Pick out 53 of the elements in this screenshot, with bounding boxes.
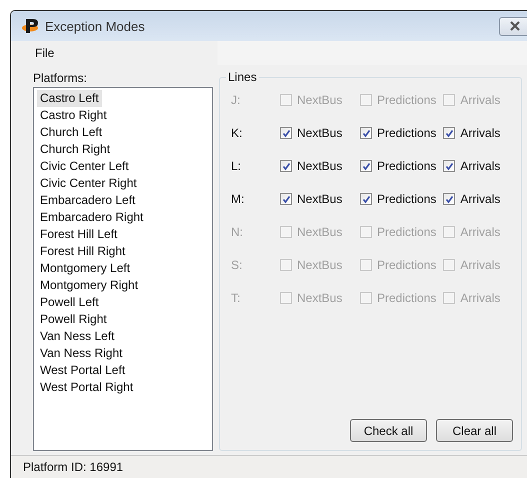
platform-item[interactable]: Civic Center Left bbox=[37, 158, 132, 175]
menu-item[interactable]: File bbox=[35, 46, 54, 60]
platform-item[interactable]: Civic Center Right bbox=[37, 175, 140, 192]
platform-item[interactable]: Church Left bbox=[37, 124, 106, 141]
line-label: M: bbox=[231, 192, 246, 206]
platform-item[interactable]: Forest Hill Left bbox=[37, 226, 120, 243]
line-label: S: bbox=[231, 258, 244, 272]
platform-item[interactable]: Van Ness Right bbox=[37, 345, 126, 362]
action-button[interactable]: Check all bbox=[350, 419, 427, 442]
option-checkbox[interactable]: NextBus bbox=[280, 159, 353, 173]
platform-item[interactable]: Church Right bbox=[37, 141, 114, 158]
option-checkbox[interactable]: Arrivals bbox=[443, 126, 500, 140]
platform-item[interactable]: Castro Right bbox=[37, 107, 110, 124]
checkbox[interactable] bbox=[443, 127, 456, 139]
platform-item[interactable]: West Portal Left bbox=[37, 362, 128, 379]
checkbox[interactable] bbox=[280, 160, 292, 172]
checkbox[interactable] bbox=[360, 193, 372, 205]
line-label: L: bbox=[231, 159, 242, 173]
close-icon bbox=[509, 21, 521, 31]
checkbox[interactable] bbox=[443, 160, 456, 172]
platform-item[interactable]: Montgomery Left bbox=[37, 260, 134, 277]
line-label: T: bbox=[231, 291, 242, 305]
platform-item[interactable]: Castro Left bbox=[37, 90, 102, 107]
option-checkbox[interactable]: Predictions bbox=[360, 192, 436, 206]
group-title: Lines bbox=[226, 70, 259, 84]
checkbox[interactable] bbox=[280, 193, 292, 205]
checkbox[interactable] bbox=[443, 193, 456, 205]
status-text: Platform ID: 16991 bbox=[23, 460, 124, 474]
checkbox[interactable] bbox=[360, 160, 372, 172]
option-checkbox[interactable]: Predictions bbox=[360, 126, 436, 140]
platform-item[interactable]: West Portal Right bbox=[37, 379, 136, 396]
option-checkbox[interactable]: NextBus bbox=[280, 126, 353, 140]
checkbox[interactable] bbox=[360, 127, 372, 139]
option-checkbox[interactable]: Predictions bbox=[360, 159, 436, 173]
action-button[interactable]: Clear all bbox=[436, 419, 513, 442]
platforms-label: Platforms: bbox=[33, 71, 88, 87]
line-label: N: bbox=[231, 225, 244, 239]
platform-item[interactable]: Embarcadero Right bbox=[37, 209, 146, 226]
line-label: J: bbox=[231, 93, 242, 107]
app-logo-icon bbox=[21, 17, 41, 35]
option-checkbox[interactable]: NextBus bbox=[280, 192, 353, 206]
platform-item[interactable]: Powell Right bbox=[37, 311, 110, 328]
platform-item[interactable]: Powell Left bbox=[37, 294, 102, 311]
platform-item[interactable]: Embarcadero Left bbox=[37, 192, 138, 209]
platform-item[interactable]: Van Ness Left bbox=[37, 328, 118, 345]
checkbox[interactable] bbox=[280, 127, 292, 139]
line-label: K: bbox=[231, 126, 244, 140]
close-button[interactable] bbox=[499, 16, 527, 36]
platform-item[interactable]: Montgomery Right bbox=[37, 277, 142, 294]
option-checkbox[interactable]: Arrivals bbox=[443, 192, 500, 206]
window-title: Exception Modes bbox=[45, 18, 146, 34]
option-checkbox[interactable]: Arrivals bbox=[443, 159, 500, 173]
platform-item[interactable]: Forest Hill Right bbox=[37, 243, 128, 260]
